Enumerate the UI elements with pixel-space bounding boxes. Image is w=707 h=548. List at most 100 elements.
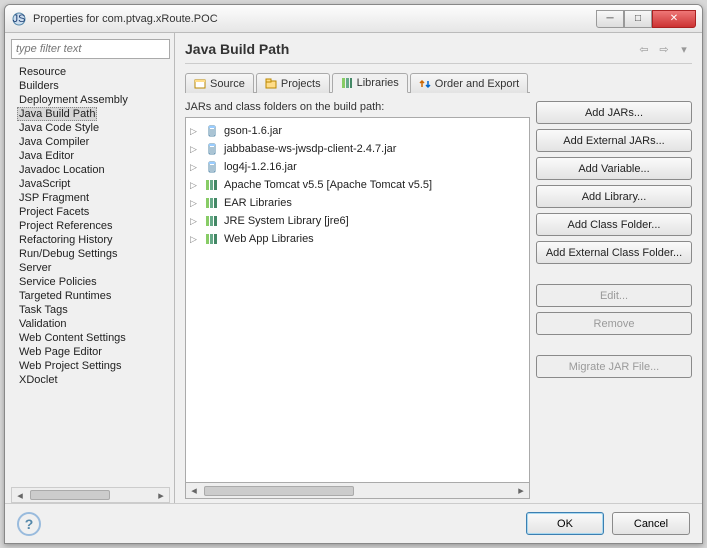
sidebar-scrollbar[interactable]: ◂ ▸ [11,487,170,503]
svg-text:JS: JS [13,13,26,25]
expand-icon[interactable]: ▷ [190,216,200,227]
list-item-label: EAR Libraries [224,197,292,209]
tab-icon [419,78,431,90]
list-item[interactable]: ▷ Web App Libraries [190,230,525,248]
sidebar-item[interactable]: Validation [17,317,170,331]
tab-projects[interactable]: Projects [256,73,330,93]
filter-input[interactable] [11,39,170,59]
sidebar-item[interactable]: Web Content Settings [17,331,170,345]
sidebar-item[interactable]: Java Compiler [17,135,170,149]
sidebar-item[interactable]: Deployment Assembly [17,93,170,107]
sidebar-item[interactable]: Java Editor [17,149,170,163]
expand-icon[interactable]: ▷ [190,126,200,137]
sidebar-item[interactable]: Java Code Style [17,121,170,135]
sidebar-item[interactable]: Builders [17,79,170,93]
sidebar-item[interactable]: Task Tags [17,303,170,317]
maximize-button[interactable]: □ [624,10,652,28]
jar-icon [204,123,220,139]
main-panel: Java Build Path ⇦ ⇨ ▾ Source Projects Libr… [175,33,702,503]
titlebar[interactable]: JS Properties for com.ptvag.xRoute.POC ─… [5,5,702,33]
list-item-label: jabbabase-ws-jwsdp-client-2.4.7.jar [224,143,396,155]
dialog-window: JS Properties for com.ptvag.xRoute.POC ─… [4,4,703,544]
expand-icon[interactable]: ▷ [190,162,200,173]
sidebar-item[interactable]: Resource [17,65,170,79]
sidebar-item[interactable]: XDoclet [17,373,170,387]
list-description: JARs and class folders on the build path… [185,101,530,113]
tab-icon [194,78,206,90]
sidebar-item[interactable]: Service Policies [17,275,170,289]
add-class-folder-button[interactable]: Add Class Folder... [536,213,692,236]
sidebar-item[interactable]: Refactoring History [17,233,170,247]
sidebar-item[interactable]: Targeted Runtimes [17,289,170,303]
forward-icon[interactable]: ⇨ [656,41,672,57]
list-item[interactable]: ▷ EAR Libraries [190,194,525,212]
close-button[interactable]: ✕ [652,10,696,28]
sidebar-item[interactable]: JavaScript [17,177,170,191]
scroll-thumb[interactable] [204,486,354,496]
sidebar-item[interactable]: Project Facets [17,205,170,219]
expand-icon[interactable]: ▷ [190,198,200,209]
minimize-button[interactable]: ─ [596,10,624,28]
migrate-jar-button[interactable]: Migrate JAR File... [536,355,692,378]
list-item[interactable]: ▷ gson-1.6.jar [190,122,525,140]
page-title: Java Build Path [185,41,632,57]
list-item-label: gson-1.6.jar [224,125,282,137]
expand-icon[interactable]: ▷ [190,144,200,155]
divider [185,63,692,64]
jar-icon [204,159,220,175]
list-scrollbar[interactable]: ◂ ▸ [185,483,530,499]
ok-button[interactable]: OK [526,512,604,535]
tab-bar: Source Projects Libraries Order and Export [185,72,692,93]
add-external-jars-button[interactable]: Add External JARs... [536,129,692,152]
sidebar-item[interactable]: JSP Fragment [17,191,170,205]
add-variable-button[interactable]: Add Variable... [536,157,692,180]
sidebar-item[interactable]: Web Page Editor [17,345,170,359]
tab-label: Projects [281,78,321,90]
window-title: Properties for com.ptvag.xRoute.POC [33,13,596,25]
list-item[interactable]: ▷ Apache Tomcat v5.5 [Apache Tomcat v5.5] [190,176,525,194]
scroll-right-icon[interactable]: ▸ [153,489,169,502]
tab-label: Order and Export [435,78,519,90]
help-icon[interactable]: ? [17,512,41,536]
app-icon: JS [11,11,27,27]
jar-icon [204,141,220,157]
sidebar-item[interactable]: Java Build Path [17,107,97,121]
edit-button[interactable]: Edit... [536,284,692,307]
list-item-label: Web App Libraries [224,233,314,245]
sidebar-item[interactable]: Run/Debug Settings [17,247,170,261]
dropdown-icon[interactable]: ▾ [676,41,692,57]
scroll-left-icon[interactable]: ◂ [186,484,202,497]
add-external-class-folder-button[interactable]: Add External Class Folder... [536,241,692,264]
tab-source[interactable]: Source [185,73,254,93]
expand-icon[interactable]: ▷ [190,234,200,245]
sidebar-item[interactable]: Project References [17,219,170,233]
back-icon[interactable]: ⇦ [636,41,652,57]
scroll-left-icon[interactable]: ◂ [12,489,28,502]
list-item-label: JRE System Library [jre6] [224,215,349,227]
tab-order-and-export[interactable]: Order and Export [410,73,528,93]
list-item[interactable]: ▷ JRE System Library [jre6] [190,212,525,230]
tab-label: Source [210,78,245,90]
scroll-thumb[interactable] [30,490,110,500]
tab-libraries[interactable]: Libraries [332,73,408,93]
button-column: Add JARs... Add External JARs... Add Var… [536,101,692,499]
add-library-button[interactable]: Add Library... [536,185,692,208]
tab-label: Libraries [357,77,399,89]
classpath-list[interactable]: ▷ gson-1.6.jar ▷ jabbabase-ws-jwsdp-client-… [185,117,530,483]
scroll-right-icon[interactable]: ▸ [513,484,529,497]
list-item-label: Apache Tomcat v5.5 [Apache Tomcat v5.5] [224,179,432,191]
list-item-label: log4j-1.2.16.jar [224,161,297,173]
cancel-button[interactable]: Cancel [612,512,690,535]
list-item[interactable]: ▷ log4j-1.2.16.jar [190,158,525,176]
tab-icon [341,77,353,89]
sidebar-item[interactable]: Web Project Settings [17,359,170,373]
library-icon [204,213,220,229]
category-tree[interactable]: ResourceBuildersDeployment AssemblyJava … [17,65,170,487]
list-item[interactable]: ▷ jabbabase-ws-jwsdp-client-2.4.7.jar [190,140,525,158]
remove-button[interactable]: Remove [536,312,692,335]
sidebar-item[interactable]: Javadoc Location [17,163,170,177]
library-icon [204,195,220,211]
sidebar-item[interactable]: Server [17,261,170,275]
add-jars-button[interactable]: Add JARs... [536,101,692,124]
expand-icon[interactable]: ▷ [190,180,200,191]
